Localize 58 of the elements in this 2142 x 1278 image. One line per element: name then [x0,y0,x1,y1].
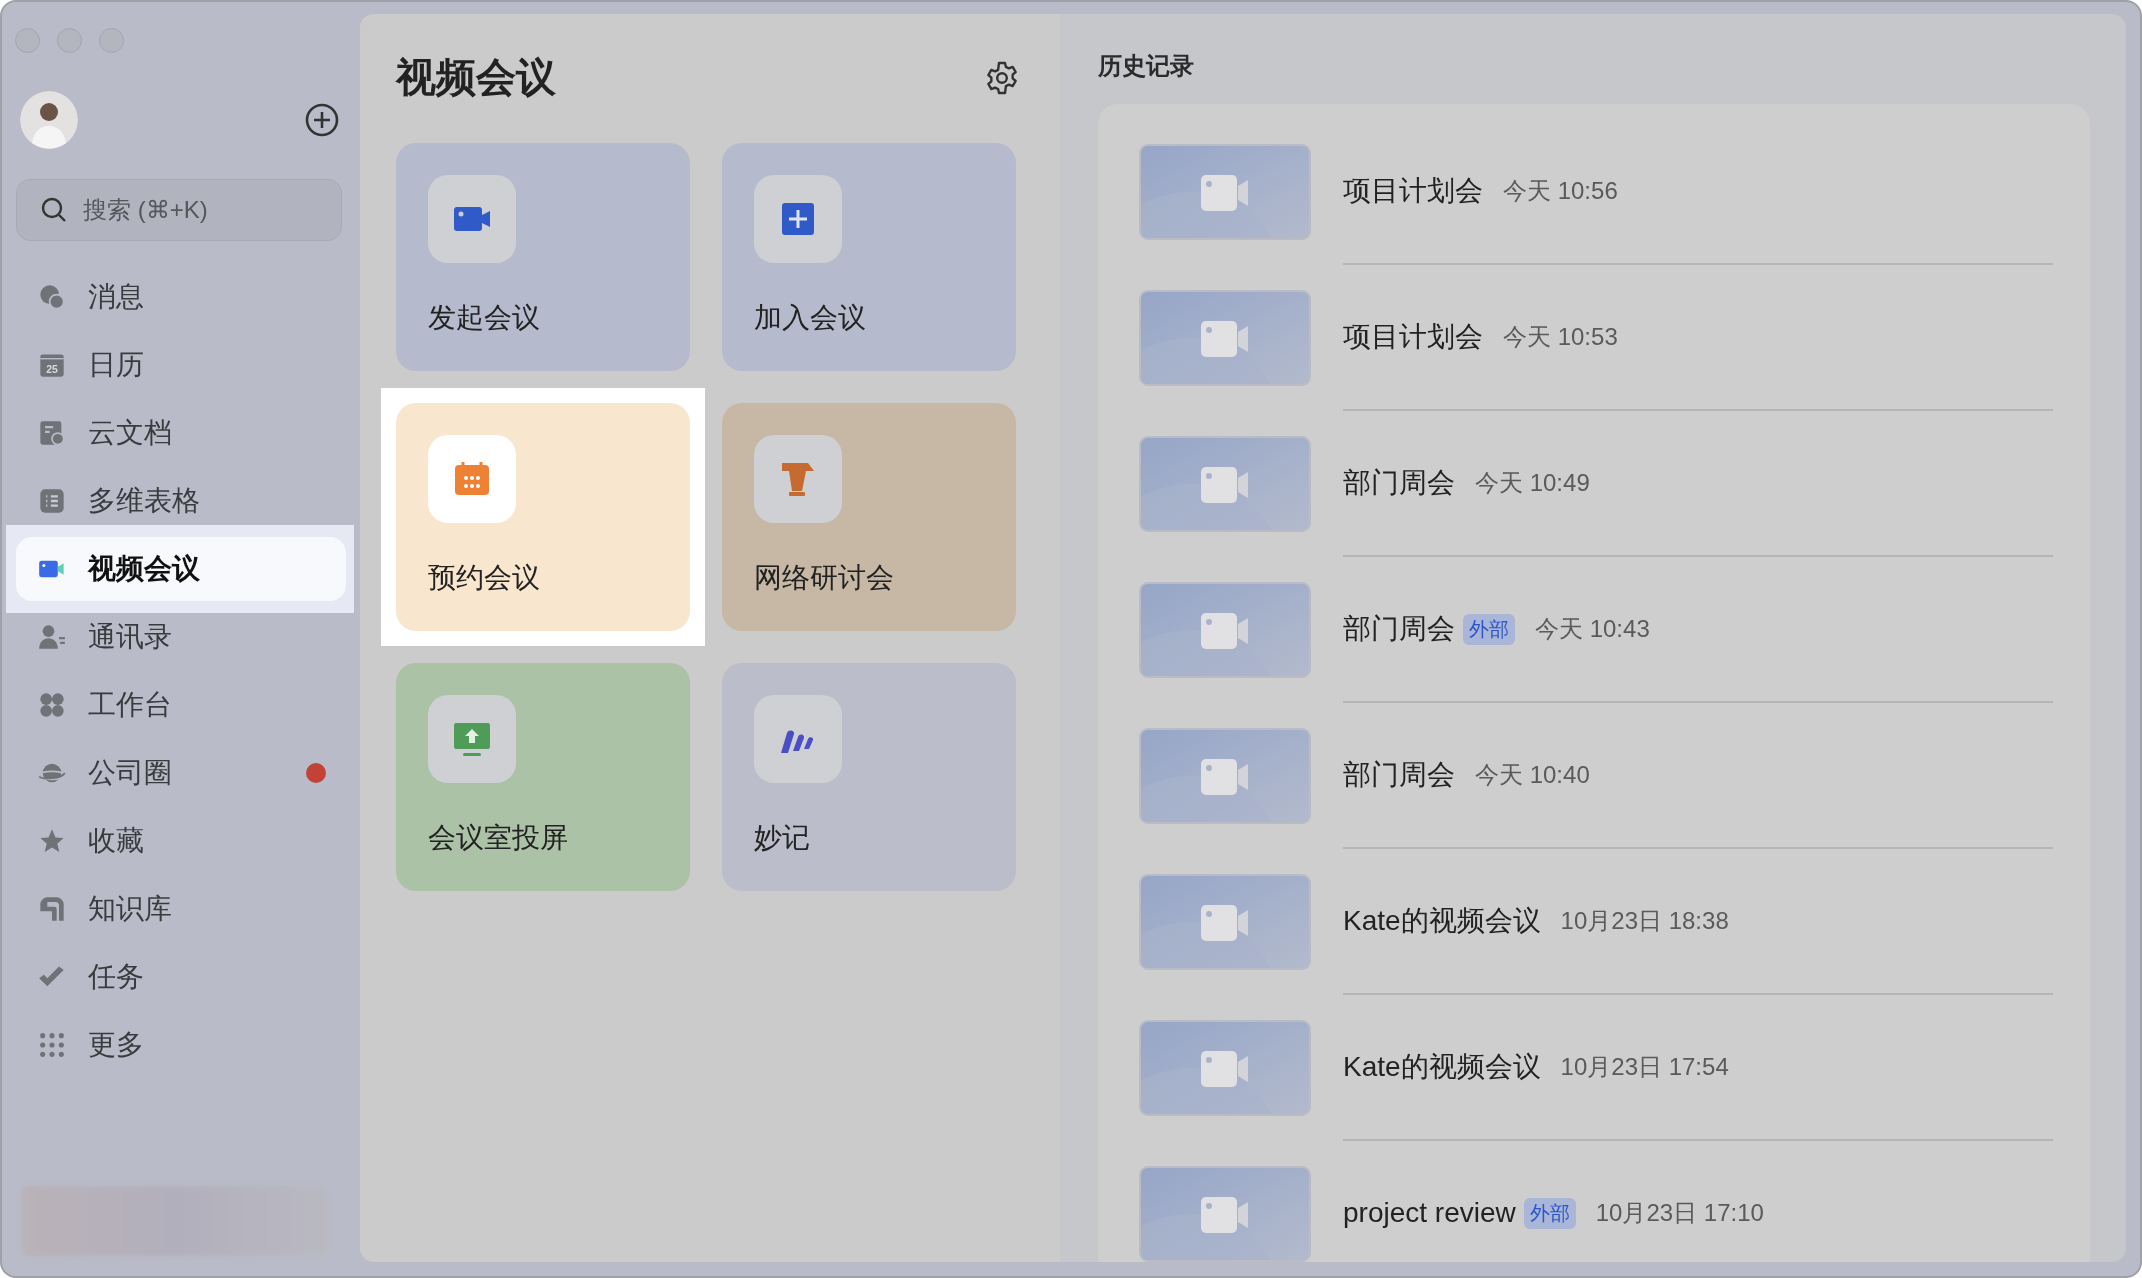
thumbnail-drawing[interactable] [1139,582,1311,678]
window-control[interactable] [99,28,124,53]
meeting-action-card[interactable]: 发起会议 [396,143,690,371]
meeting-title[interactable]: Kate的视频会议 [1343,1048,1541,1086]
sidebar-item[interactable]: 消息 [2,265,354,329]
page-title: 视频会议 [396,54,556,101]
sidebar-item[interactable]: 任务 [2,945,354,1009]
favorites-icon [38,827,66,855]
thumbnail-drawing[interactable] [1139,144,1311,240]
sidebar-item[interactable]: 通讯录 [2,605,354,669]
thumbnail-drawing[interactable] [1139,290,1311,386]
window-control[interactable] [15,28,40,53]
meeting-title[interactable]: 部门周会 [1343,610,1455,648]
thumbnail-drawing[interactable] [1139,436,1311,532]
thumbnail-drawing[interactable] [1139,1020,1311,1116]
meeting-action-card[interactable]: 网络研讨会 [722,403,1016,631]
meeting-time: 今天 10:43 [1535,614,1650,644]
sidebar-item[interactable]: 更多 [2,1013,354,1077]
meeting-title[interactable]: 部门周会 [1343,464,1455,502]
meeting-action-card[interactable]: 加入会议 [722,143,1016,371]
thumbnail-drawing[interactable] [1139,728,1311,824]
sidebar-item[interactable]: 25 日历 [2,333,354,397]
meeting-title[interactable]: 项目计划会 [1343,172,1483,210]
section-title: 历史记录 [1098,51,1195,81]
meeting-time: 10月23日 17:10 [1595,1198,1764,1228]
external-tag: 外部 [1523,1197,1576,1229]
sidebar-item[interactable]: 多维表格 [2,469,354,533]
sidebar-item[interactable]: 云文档 [2,401,354,465]
meeting-time: 今天 10:40 [1475,760,1590,790]
messages-icon [38,283,66,311]
avatar-icon[interactable] [20,91,78,149]
sidebar-item[interactable]: 知识库 [2,877,354,941]
more-icon [38,1031,66,1059]
sidebar-item[interactable]: 工作台 [2,673,354,737]
meeting-time: 今天 10:53 [1503,322,1618,352]
meeting-time: 今天 10:56 [1503,176,1618,206]
meeting-action-card[interactable]: 妙记 [722,663,1016,891]
thumbnail-drawing[interactable] [1139,874,1311,970]
meeting-time: 10月23日 18:38 [1560,906,1729,936]
meeting-action-card[interactable]: 预约会议 [396,403,690,631]
external-tag: 外部 [1463,613,1515,645]
sidebar-item[interactable]: 视频会议 [16,537,346,601]
meeting-time: 今天 10:49 [1475,468,1590,498]
sidebar-item[interactable]: 公司圈 [2,741,306,805]
window-control[interactable] [57,28,82,53]
meeting-time: 10月23日 17:54 [1560,1052,1729,1082]
meeting-title[interactable]: 项目计划会 [1343,318,1483,356]
meeting-title[interactable]: Kate的视频会议 [1343,902,1541,940]
add-icon[interactable] [304,102,340,138]
meeting-title[interactable]: 部门周会 [1343,756,1455,794]
settings-icon[interactable] [984,59,1020,96]
meeting-action-card[interactable]: 会议室投屏 [396,663,690,891]
thumbnail-drawing[interactable] [1139,1166,1311,1262]
search-field[interactable]: 搜索 (⌘+K) [16,179,342,241]
sidebar-item[interactable]: 收藏 [2,809,354,873]
meeting-title[interactable]: project review [1343,1197,1516,1229]
search-icon [40,196,68,224]
contacts-icon [38,623,66,651]
